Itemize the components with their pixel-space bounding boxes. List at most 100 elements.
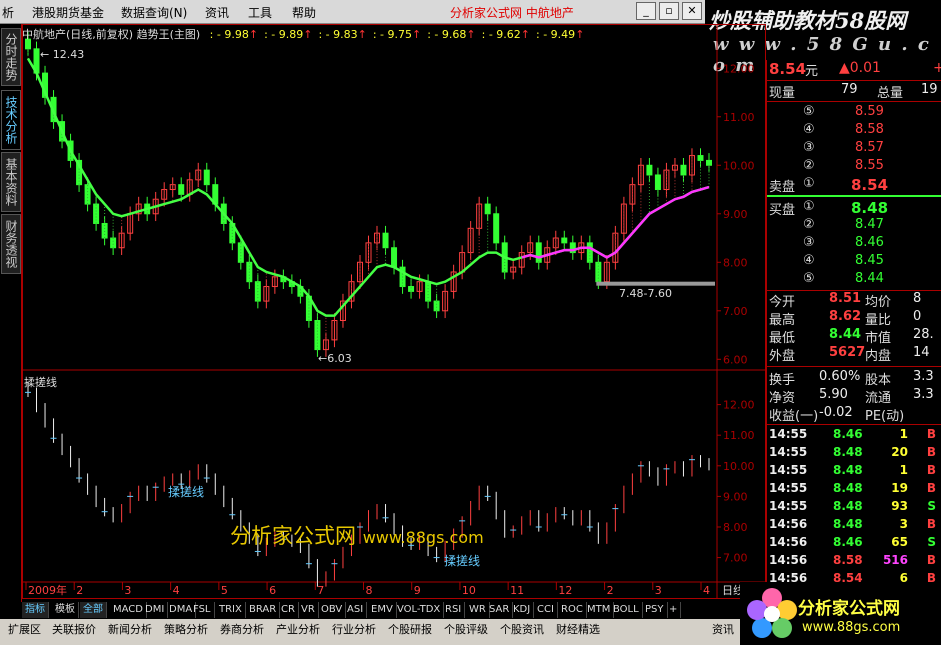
tab-finance[interactable]: 财务透视	[1, 214, 21, 274]
minimize-icon[interactable]: _	[636, 2, 656, 20]
x-tick-label: 11	[510, 584, 524, 597]
chart-area[interactable]: 12.00 11.00 10.00 9.00 8.00 7.00 6.00 12.00 11.0…	[22, 24, 766, 604]
tick-price: 8.46	[833, 535, 863, 549]
menu-item-tools[interactable]: 工具	[248, 4, 272, 21]
stat-value: 8.51	[829, 291, 862, 306]
indicator-tab[interactable]: 指标	[22, 602, 49, 618]
indicator-tab[interactable]: CCI	[534, 602, 558, 618]
bid-row: ⑤ 8.44	[767, 271, 941, 289]
indicator-tab[interactable]: ROC	[558, 602, 587, 618]
bid-row: ② 8.47	[767, 217, 941, 235]
x-tick-label: 4	[703, 584, 710, 597]
menu-item-news[interactable]: 资讯	[205, 4, 229, 21]
menu-item-help[interactable]: 帮助	[292, 4, 316, 21]
indicator-tab[interactable]: CR	[278, 602, 299, 618]
bottom-tab[interactable]: 新闻分析	[108, 621, 152, 639]
bottom-tab[interactable]: 个股评级	[444, 621, 488, 639]
price-unit: 元	[805, 64, 819, 79]
indicator-tab[interactable]: 全部	[80, 602, 107, 618]
window-title: 分析家公式网 中航地产	[450, 6, 574, 20]
fin-value: -0.02	[819, 405, 853, 420]
bottom-tab[interactable]: 个股资讯	[500, 621, 544, 639]
stat-label: 量比	[865, 313, 892, 328]
menu-item-data-query[interactable]: 数据查询(N)	[121, 4, 187, 21]
indicator-tab[interactable]: TRIX	[216, 602, 246, 618]
logo-banner: 分析家公式网 www.88gs.com	[740, 582, 941, 645]
bottom-tab[interactable]: 扩展区	[8, 621, 41, 639]
ask-level: ④	[803, 122, 815, 137]
candle-body	[493, 213, 500, 244]
menu-item-analysis[interactable]: 析	[2, 4, 14, 21]
ask-row: ⑤ 8.59	[767, 104, 941, 122]
close-icon[interactable]: ✕	[682, 2, 702, 20]
bottom-tab[interactable]: 资讯	[712, 621, 734, 639]
bottom-tab[interactable]: 财经精选	[556, 621, 600, 639]
up-arrow-icon: ↑	[575, 28, 585, 41]
stat-value: 28.	[913, 327, 934, 342]
sub-y-tick-label: 7.00	[723, 552, 748, 565]
indicator-tab[interactable]: +	[666, 602, 682, 618]
indicator-tab[interactable]: RSI	[442, 602, 466, 618]
bid-level: ④	[803, 253, 815, 268]
maximize-icon[interactable]: ▫	[659, 2, 679, 20]
stat-label: 外盘	[769, 349, 796, 364]
up-arrow-icon: ↑	[520, 28, 531, 41]
indicator-tab[interactable]: ASI	[344, 602, 368, 618]
bottom-tab[interactable]: 个股研报	[388, 621, 432, 639]
tick-time: 14:56	[769, 535, 808, 549]
y-tick-label: 10.00	[723, 159, 755, 172]
tab-profile[interactable]: 基本资料	[1, 152, 21, 212]
candle-body	[391, 247, 398, 268]
bid-row: ③ 8.46	[767, 235, 941, 253]
indicator-tab[interactable]: DMI	[142, 602, 169, 618]
indicator-tab[interactable]: BRAR	[246, 602, 281, 618]
indicator-tab[interactable]: KDJ	[510, 602, 535, 618]
logo-title: 分析家公式网	[798, 599, 900, 619]
tick-volume: 93	[891, 499, 908, 513]
fin-row: 收益(一) -0.02 PE(动)	[767, 405, 941, 424]
sub-label-1: 揉搓线	[168, 485, 205, 499]
sub-y-tick-label: 12.00	[723, 399, 755, 412]
fin-label: 收益(一)	[769, 409, 819, 424]
stat-value: 14	[913, 345, 930, 360]
indicator-tab[interactable]: VR	[298, 602, 319, 618]
fin-value: 3.3	[913, 369, 934, 384]
tick-time: 14:55	[769, 463, 808, 477]
tick-time: 14:56	[769, 517, 808, 531]
tick-side: S	[927, 499, 936, 513]
bottom-tab[interactable]: 策略分析	[164, 621, 208, 639]
bid-price: 8.44	[855, 271, 884, 286]
indicator-tab[interactable]: VOL-TDX	[394, 602, 445, 618]
indicator-tab[interactable]: FSL	[190, 602, 215, 618]
bottom-tab[interactable]: 关联报价	[52, 621, 96, 639]
candle-body	[654, 174, 661, 191]
up-arrow-icon: ↑	[466, 28, 476, 41]
indicator-tab[interactable]: OBV	[318, 602, 347, 618]
x-tick-label: 5	[221, 584, 228, 597]
indicator-tab[interactable]: 模板	[52, 602, 79, 618]
bottom-tab[interactable]: 券商分析	[220, 621, 264, 639]
candlestick-chart[interactable]: 12.00 11.00 10.00 9.00 8.00 7.00 6.00 12.00 11.0…	[22, 24, 766, 604]
candle-body	[680, 164, 687, 176]
tab-intraday[interactable]: 分时走势	[1, 28, 21, 86]
indicator-tab[interactable]: EMV	[368, 602, 397, 618]
tick-row: 14:56 8.46 65 S	[767, 535, 941, 553]
quote-panel: 8.54 元 ▲0.01 + 现量 79 总量 19 ⑤ 8.59 ④ 8.58 ③ 8.…	[766, 60, 941, 605]
window-controls: _ ▫ ✕	[636, 2, 705, 20]
bottom-tab[interactable]: 行业分析	[332, 621, 376, 639]
x-tick-label: 2009年	[28, 583, 67, 597]
candle-body	[697, 155, 704, 161]
indicator-tab[interactable]: PSY	[642, 602, 668, 618]
logo-url: www.88gs.com	[802, 620, 901, 635]
tick-volume: 1	[899, 463, 908, 477]
bottom-tab[interactable]: 产业分析	[276, 621, 320, 639]
menu-item-hk-futures[interactable]: 港股期货基金	[32, 4, 104, 21]
tick-side: B	[926, 463, 936, 477]
stat-label: 最高	[769, 313, 796, 328]
fin-value: 3.3	[913, 387, 934, 402]
bid-price: 8.47	[855, 217, 884, 232]
tab-technical[interactable]: 技术分析	[1, 90, 21, 150]
stat-row: 最低 8.44 市值 28.	[767, 327, 941, 346]
bid-row: ④ 8.45	[767, 253, 941, 271]
indicator-tab[interactable]: BOLL	[610, 602, 643, 618]
